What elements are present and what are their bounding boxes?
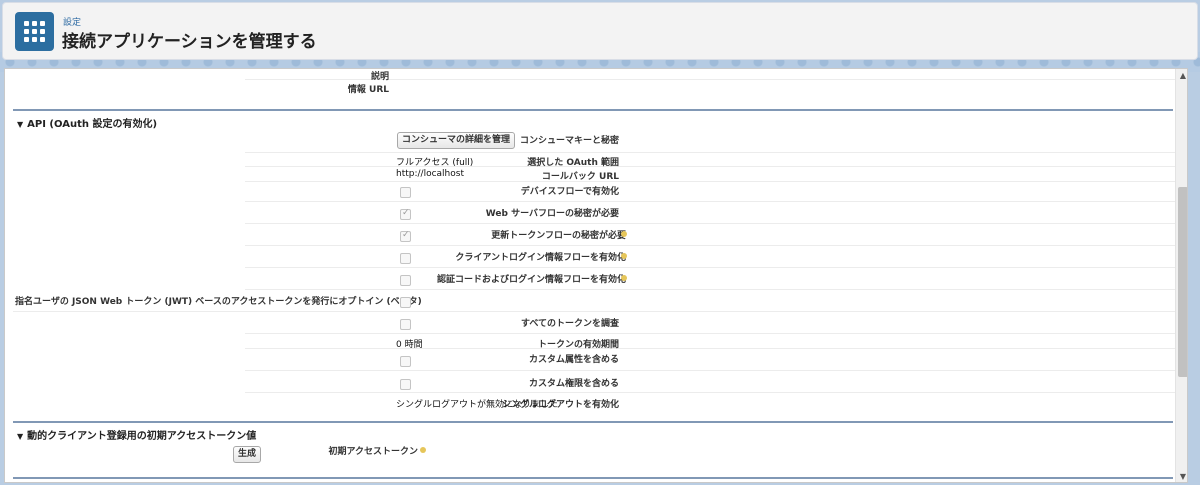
consumer-key-row: コンシューマキーと秘密 コンシューマの詳細を管理 (245, 129, 1175, 153)
introspect-row: すべてのトークンを調査 (245, 312, 1175, 334)
refresh-secret-row: 更新トークンフローの秘密が必要 (245, 224, 1175, 246)
scroll-thumb[interactable] (1178, 187, 1187, 377)
description-row: 説明 (245, 69, 1175, 82)
api-section-title: API (OAuth 設定の有効化) (27, 119, 158, 130)
collapse-triangle-icon[interactable]: ▼ (17, 432, 23, 441)
scroll-down-arrow-icon[interactable]: ▼ (1176, 470, 1187, 482)
collapse-triangle-icon[interactable]: ▼ (17, 120, 23, 129)
vertical-scrollbar[interactable]: ▲ ▼ (1175, 69, 1187, 482)
custom-perm-row: カスタム権限を含める (245, 371, 1175, 393)
help-icon[interactable] (621, 275, 627, 281)
client-login-label: クライアントログイン情報フローを有効化 (455, 253, 626, 263)
web-server-secret-checkbox[interactable] (400, 208, 411, 220)
info-url-row: 情報 URL (245, 80, 1175, 95)
custom-attr-row: カスタム属性を含める (245, 349, 1175, 371)
oauth-scope-row: 選択した OAuth 範囲 フルアクセス (full) (245, 153, 1175, 168)
jwt-row: 指名ユーザの JSON Web トークン (JWT) ベースのアクセストークンを… (13, 290, 1175, 312)
introspect-label: すべてのトークンを調査 (520, 319, 619, 329)
refresh-secret-label: 更新トークンフローの秘密が必要 (491, 231, 626, 241)
scroll-up-arrow-icon[interactable]: ▲ (1176, 69, 1187, 83)
single-logout-row: シングルログアウトを有効化 シングルログアウトが無効になりました (245, 393, 1175, 413)
callback-url-row: コールバック URL http://localhost (245, 167, 1175, 182)
initial-token-label: 初期アクセストークン (328, 447, 418, 457)
help-icon[interactable] (420, 447, 426, 453)
device-flow-label: デバイスフローで有効化 (520, 187, 619, 197)
client-login-row: クライアントログイン情報フローを有効化 (245, 246, 1175, 268)
custom-perm-label: カスタム権限を含める (528, 379, 619, 389)
consumer-key-label: コンシューマキーと秘密 (519, 136, 619, 146)
info-url-label: 情報 URL (347, 85, 389, 95)
dynamic-section-header[interactable]: ▼ 動的クライアント登録用の初期アクセストークン値 (13, 421, 1173, 442)
help-icon[interactable] (621, 253, 627, 259)
detail-panel: 説明 情報 URL ▼ API (OAuth 設定の有効化) コンシューマキーと秘… (4, 68, 1188, 483)
custom-attr-label: カスタム属性を含める (528, 355, 619, 365)
api-section-header[interactable]: ▼ API (OAuth 設定の有効化) (13, 109, 1173, 130)
client-login-checkbox[interactable] (400, 253, 411, 264)
custom-perm-checkbox[interactable] (400, 379, 411, 390)
web-server-secret-label: Web サーバフローの秘密が必要 (485, 209, 619, 219)
callback-url-label: コールバック URL (541, 172, 619, 182)
page-header: 設定 接続アプリケーションを管理する (2, 2, 1198, 60)
initial-token-row: 初期アクセストークン 生成 (233, 441, 1175, 467)
introspect-checkbox[interactable] (400, 319, 411, 330)
token-validity-row: トークンの有効期間 0 時間 (245, 334, 1175, 350)
section-divider (13, 477, 1173, 479)
auth-code-label: 認証コードおよびログイン情報フローを有効化 (436, 275, 626, 285)
detail-content: 説明 情報 URL ▼ API (OAuth 設定の有効化) コンシューマキーと秘… (5, 69, 1175, 482)
help-icon[interactable] (621, 231, 627, 237)
jwt-label: 指名ユーザの JSON Web トークン (JWT) ベースのアクセストークンを… (15, 297, 422, 307)
custom-attr-checkbox[interactable] (400, 356, 411, 367)
app-grid-icon (15, 12, 54, 51)
device-flow-checkbox[interactable] (400, 187, 411, 198)
generate-token-button[interactable]: 生成 (233, 446, 262, 463)
manage-consumer-details-button[interactable]: コンシューマの詳細を管理 (397, 132, 516, 149)
auth-code-row: 認証コードおよびログイン情報フローを有効化 (245, 268, 1175, 290)
auth-code-checkbox[interactable] (400, 275, 411, 286)
refresh-secret-checkbox[interactable] (400, 230, 411, 242)
callback-url-value: http://localhost (396, 169, 464, 179)
jwt-checkbox[interactable] (400, 297, 411, 308)
page-title: 接続アプリケーションを管理する (62, 32, 317, 52)
dynamic-section-title: 動的クライアント登録用の初期アクセストークン値 (27, 431, 257, 442)
single-logout-value: シングルログアウトが無効になりました (396, 400, 559, 410)
device-flow-row: デバイスフローで有効化 (245, 182, 1175, 202)
web-server-secret-row: Web サーバフローの秘密が必要 (245, 202, 1175, 224)
